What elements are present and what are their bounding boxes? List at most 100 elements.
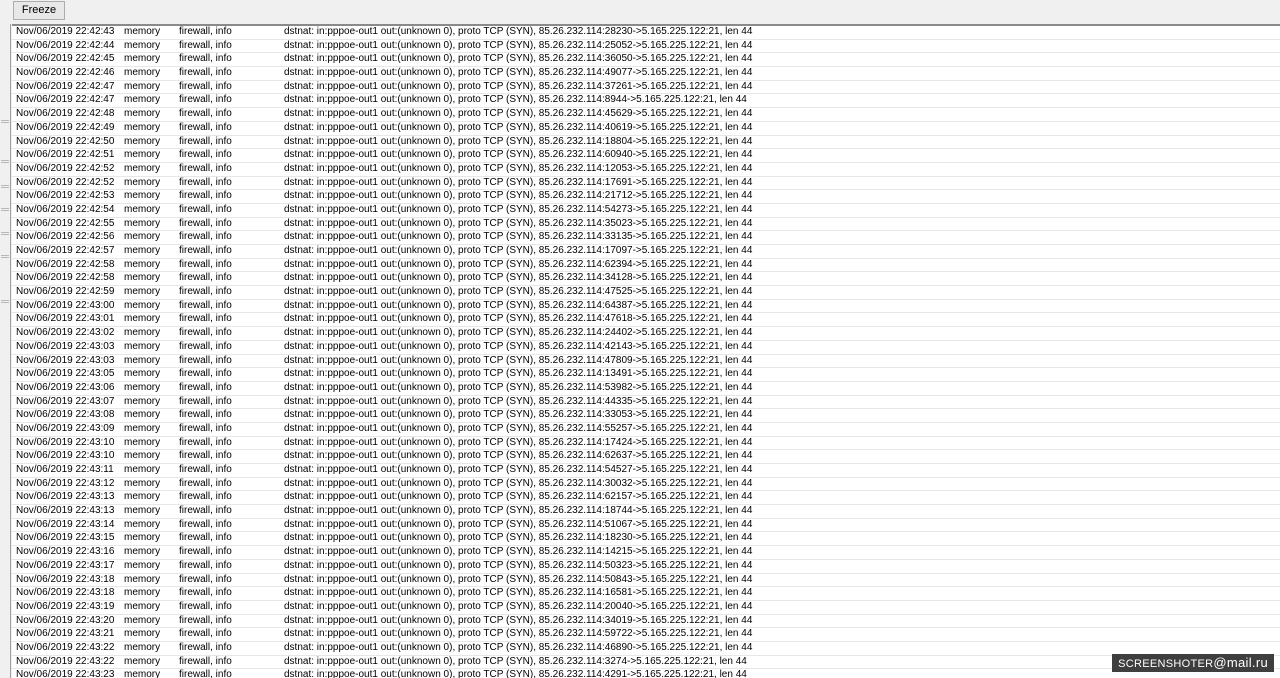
- log-row[interactable]: Nov/06/2019 22:43:15 memory firewall, info…: [12, 532, 1280, 547]
- log-time: Nov/06/2019 22:43:19: [16, 600, 115, 612]
- log-buffer: memory: [124, 217, 161, 229]
- log-message: dstnat: in:pppoe-out1 out:(unknown 0), p…: [284, 614, 753, 626]
- log-row[interactable]: Nov/06/2019 22:43:13 memory firewall, info…: [12, 491, 1280, 506]
- log-row[interactable]: Nov/06/2019 22:42:58 memory firewall, info…: [12, 259, 1280, 273]
- log-topics: firewall, info: [179, 299, 232, 311]
- log-topics: firewall, info: [179, 655, 232, 667]
- log-buffer: memory: [124, 395, 161, 407]
- log-row[interactable]: Nov/06/2019 22:43:03 memory firewall, info…: [12, 341, 1280, 355]
- log-row[interactable]: Nov/06/2019 22:43:12 memory firewall, info…: [12, 478, 1280, 492]
- log-buffer: memory: [124, 313, 161, 325]
- log-row[interactable]: Nov/06/2019 22:42:56 memory firewall, info…: [12, 231, 1280, 245]
- log-time: Nov/06/2019 22:42:46: [16, 67, 115, 79]
- log-message: dstnat: in:pppoe-out1 out:(unknown 0), p…: [284, 258, 753, 270]
- log-time: Nov/06/2019 22:43:10: [16, 436, 115, 448]
- log-row[interactable]: Nov/06/2019 22:43:09 memory firewall, info…: [12, 423, 1280, 437]
- log-time: Nov/06/2019 22:43:03: [16, 354, 115, 366]
- log-topics: firewall, info: [179, 450, 232, 462]
- log-row[interactable]: Nov/06/2019 22:43:03 memory firewall, info…: [12, 355, 1280, 369]
- log-buffer: memory: [124, 409, 161, 421]
- log-row[interactable]: Nov/06/2019 22:42:51 memory firewall, info…: [12, 149, 1280, 163]
- log-time: Nov/06/2019 22:42:47: [16, 80, 115, 92]
- log-time: Nov/06/2019 22:43:07: [16, 395, 115, 407]
- log-row[interactable]: Nov/06/2019 22:43:19 memory firewall, info…: [12, 601, 1280, 615]
- log-row[interactable]: Nov/06/2019 22:43:10 memory firewall, info…: [12, 450, 1280, 464]
- log-time: Nov/06/2019 22:43:01: [16, 313, 115, 325]
- log-row[interactable]: Nov/06/2019 22:43:18 memory firewall, info…: [12, 574, 1280, 588]
- log-row[interactable]: Nov/06/2019 22:42:47 memory firewall, info…: [12, 81, 1280, 95]
- log-row[interactable]: Nov/06/2019 22:42:47 memory firewall, info…: [12, 94, 1280, 109]
- log-row[interactable]: Nov/06/2019 22:42:53 memory firewall, info…: [12, 190, 1280, 204]
- log-message: dstnat: in:pppoe-out1 out:(unknown 0), p…: [284, 395, 753, 407]
- log-row[interactable]: Nov/06/2019 22:42:52 memory firewall, info…: [12, 163, 1280, 177]
- log-buffer: memory: [124, 436, 161, 448]
- log-buffer: memory: [124, 628, 161, 640]
- log-message: dstnat: in:pppoe-out1 out:(unknown 0), p…: [284, 559, 753, 571]
- log-time: Nov/06/2019 22:43:05: [16, 368, 115, 380]
- log-row[interactable]: Nov/06/2019 22:43:23 memory firewall, info…: [12, 669, 1280, 678]
- log-row[interactable]: Nov/06/2019 22:43:07 memory firewall, info…: [12, 396, 1280, 410]
- log-row[interactable]: Nov/06/2019 22:42:59 memory firewall, info…: [12, 286, 1280, 300]
- log-time: Nov/06/2019 22:43:16: [16, 546, 115, 558]
- log-row[interactable]: Nov/06/2019 22:43:20 memory firewall, info…: [12, 615, 1280, 629]
- log-row[interactable]: Nov/06/2019 22:42:58 memory firewall, info…: [12, 272, 1280, 287]
- log-row[interactable]: Nov/06/2019 22:43:22 memory firewall, info…: [12, 642, 1280, 656]
- log-row[interactable]: Nov/06/2019 22:42:50 memory firewall, info…: [12, 136, 1280, 150]
- log-buffer: memory: [124, 286, 161, 298]
- log-row[interactable]: Nov/06/2019 22:43:05 memory firewall, info…: [12, 368, 1280, 382]
- log-topics: firewall, info: [179, 39, 232, 51]
- log-message: dstnat: in:pppoe-out1 out:(unknown 0), p…: [284, 231, 753, 243]
- log-row[interactable]: Nov/06/2019 22:43:16 memory firewall, info…: [12, 546, 1280, 560]
- log-time: Nov/06/2019 22:43:18: [16, 573, 115, 585]
- log-row[interactable]: Nov/06/2019 22:42:45 memory firewall, info…: [12, 53, 1280, 68]
- log-buffer: memory: [124, 80, 161, 92]
- log-row[interactable]: Nov/06/2019 22:42:43 memory firewall, info…: [12, 26, 1280, 40]
- log-row[interactable]: Nov/06/2019 22:43:22 memory firewall, info…: [12, 656, 1280, 670]
- log-buffer: memory: [124, 176, 161, 188]
- log-row[interactable]: Nov/06/2019 22:43:14 memory firewall, info…: [12, 519, 1280, 533]
- log-time: Nov/06/2019 22:43:00: [16, 299, 115, 311]
- log-topics: firewall, info: [179, 600, 232, 612]
- log-row[interactable]: Nov/06/2019 22:43:06 memory firewall, info…: [12, 382, 1280, 396]
- log-buffer: memory: [124, 94, 161, 106]
- log-row[interactable]: Nov/06/2019 22:43:17 memory firewall, info…: [12, 560, 1280, 574]
- log-row[interactable]: Nov/06/2019 22:43:18 memory firewall, info…: [12, 587, 1280, 601]
- log-row[interactable]: Nov/06/2019 22:43:00 memory firewall, info…: [12, 300, 1280, 314]
- log-message: dstnat: in:pppoe-out1 out:(unknown 0), p…: [284, 149, 753, 161]
- log-topics: firewall, info: [179, 559, 232, 571]
- log-row[interactable]: Nov/06/2019 22:43:13 memory firewall, info…: [12, 505, 1280, 519]
- log-row[interactable]: Nov/06/2019 22:43:10 memory firewall, info…: [12, 437, 1280, 451]
- log-time: Nov/06/2019 22:43:20: [16, 614, 115, 626]
- log-time: Nov/06/2019 22:43:15: [16, 532, 115, 544]
- log-row[interactable]: Nov/06/2019 22:42:54 memory firewall, info…: [12, 204, 1280, 218]
- log-row[interactable]: Nov/06/2019 22:43:01 memory firewall, info…: [12, 313, 1280, 328]
- log-message: dstnat: in:pppoe-out1 out:(unknown 0), p…: [284, 94, 747, 106]
- log-topics: firewall, info: [179, 135, 232, 147]
- log-buffer: memory: [124, 381, 161, 393]
- log-time: Nov/06/2019 22:42:43: [16, 26, 115, 37]
- log-topics: firewall, info: [179, 395, 232, 407]
- log-topics: firewall, info: [179, 532, 232, 544]
- log-row[interactable]: Nov/06/2019 22:42:55 memory firewall, info…: [12, 218, 1280, 232]
- log-buffer: memory: [124, 162, 161, 174]
- log-time: Nov/06/2019 22:43:23: [16, 669, 115, 678]
- log-time: Nov/06/2019 22:43:22: [16, 655, 115, 667]
- log-message: dstnat: in:pppoe-out1 out:(unknown 0), p…: [284, 272, 753, 284]
- log-list[interactable]: Nov/06/2019 22:42:43 memory firewall, info…: [12, 24, 1280, 678]
- log-row[interactable]: Nov/06/2019 22:43:21 memory firewall, info…: [12, 628, 1280, 642]
- log-row[interactable]: Nov/06/2019 22:42:57 memory firewall, info…: [12, 245, 1280, 259]
- strip-mark: [1, 300, 9, 301]
- log-row[interactable]: Nov/06/2019 22:43:08 memory firewall, info…: [12, 409, 1280, 423]
- log-message: dstnat: in:pppoe-out1 out:(unknown 0), p…: [284, 491, 753, 503]
- freeze-button[interactable]: Freeze: [13, 1, 65, 20]
- log-row[interactable]: Nov/06/2019 22:42:49 memory firewall, info…: [12, 122, 1280, 136]
- log-row[interactable]: Nov/06/2019 22:43:02 memory firewall, info…: [12, 327, 1280, 341]
- log-row[interactable]: Nov/06/2019 22:42:52 memory firewall, info…: [12, 177, 1280, 191]
- log-row[interactable]: Nov/06/2019 22:42:48 memory firewall, info…: [12, 108, 1280, 122]
- log-row[interactable]: Nov/06/2019 22:42:46 memory firewall, info…: [12, 67, 1280, 81]
- log-row[interactable]: Nov/06/2019 22:42:44 memory firewall, info…: [12, 40, 1280, 54]
- log-row[interactable]: Nov/06/2019 22:43:11 memory firewall, info…: [12, 464, 1280, 478]
- log-time: Nov/06/2019 22:42:49: [16, 121, 115, 133]
- log-topics: firewall, info: [179, 53, 232, 65]
- screenshoter-watermark: SCREENSHOTER@mail.ru: [1112, 654, 1274, 672]
